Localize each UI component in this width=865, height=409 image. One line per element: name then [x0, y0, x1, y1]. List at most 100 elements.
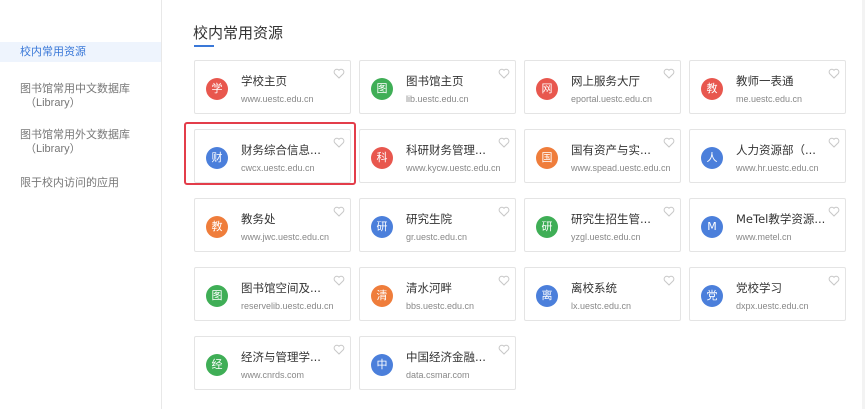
resource-name: 图书馆主页	[406, 74, 464, 88]
sidebar-item-campus-resources[interactable]: 校内常用资源	[0, 42, 161, 62]
resource-badge: 图	[206, 285, 228, 307]
resource-badge: M	[701, 216, 723, 238]
resource-name: MeTel教学资源...	[736, 212, 826, 226]
sidebar-item-label: 图书馆常用外文数据库	[20, 129, 130, 141]
resource-card[interactable]: 党党校学习 dxpx.uestc.edu.cn	[689, 267, 846, 321]
sidebar-item-chinese-databases[interactable]: 图书馆常用中文数据库 （Library）	[0, 82, 161, 110]
resource-url: gr.uestc.edu.cn	[406, 232, 468, 242]
heart-icon[interactable]	[333, 342, 345, 355]
resource-badge: 网	[536, 78, 558, 100]
heart-icon[interactable]	[498, 342, 510, 355]
resource-badge: 图	[371, 78, 393, 100]
resource-url: dxpx.uestc.edu.cn	[736, 301, 809, 311]
sidebar-item-sublabel: （Library）	[25, 143, 81, 155]
resource-name: 网上服务大厅	[571, 74, 640, 88]
heart-icon[interactable]	[828, 66, 840, 79]
resource-name: 党校学习	[736, 281, 782, 295]
resource-name: 科研财务管理...	[406, 143, 486, 157]
heart-icon[interactable]	[828, 273, 840, 286]
resource-url: www.hr.uestc.edu.cn	[736, 163, 819, 173]
heart-icon[interactable]	[663, 273, 675, 286]
resource-url: www.uestc.edu.cn	[241, 94, 314, 104]
resource-url: reservelib.uestc.edu.cn	[241, 301, 334, 311]
sidebar-item-campus-only-apps[interactable]: 限于校内访问的应用	[0, 176, 161, 190]
resource-badge: 清	[371, 285, 393, 307]
heart-icon[interactable]	[663, 66, 675, 79]
resource-url: me.uestc.edu.cn	[736, 94, 803, 104]
heart-icon[interactable]	[663, 204, 675, 217]
page-title: 校内常用资源	[193, 24, 284, 42]
resource-url: www.spead.uestc.edu.cn	[571, 163, 671, 173]
resource-card[interactable]: M MeTel教学资源... www.metel.cn	[689, 198, 846, 252]
resource-name: 教务处	[241, 212, 276, 226]
sidebar: 校内常用资源 图书馆常用中文数据库 （Library） 图书馆常用外文数据库 （…	[0, 0, 162, 409]
resource-badge: 经	[206, 354, 228, 376]
resource-card[interactable]: 网网上服务大厅 eportal.uestc.edu.cn	[524, 60, 681, 114]
resource-card[interactable]: 研研究生招生管... yzgl.uestc.edu.cn	[524, 198, 681, 252]
heart-icon[interactable]	[498, 135, 510, 148]
resource-card[interactable]: 研研究生院 gr.uestc.edu.cn	[359, 198, 516, 252]
resource-url: www.jwc.uestc.edu.cn	[241, 232, 330, 242]
resource-card[interactable]: 科科研财务管理... www.kycw.uestc.edu.cn	[359, 129, 516, 183]
heart-icon[interactable]	[498, 66, 510, 79]
sidebar-item-label: 图书馆常用中文数据库	[20, 83, 130, 95]
resource-badge: 财	[206, 147, 228, 169]
resource-url: eportal.uestc.edu.cn	[571, 94, 653, 104]
resource-name: 中国经济金融...	[406, 350, 486, 364]
resource-name: 研究生院	[406, 212, 452, 226]
resource-card[interactable]: 财财务综合信息... cwcx.uestc.edu.cn	[194, 129, 351, 183]
heart-icon[interactable]	[828, 204, 840, 217]
heart-icon[interactable]	[333, 204, 345, 217]
resource-name: 离校系统	[571, 281, 617, 295]
resource-card[interactable]: 图图书馆空间及... reservelib.uestc.edu.cn	[194, 267, 351, 321]
resource-url: lib.uestc.edu.cn	[406, 94, 469, 104]
resource-name: 研究生招生管...	[571, 212, 651, 226]
resource-url: bbs.uestc.edu.cn	[406, 301, 475, 311]
resource-url: www.cnrds.com	[241, 370, 305, 380]
resource-card[interactable]: 离离校系统 lx.uestc.edu.cn	[524, 267, 681, 321]
resource-card[interactable]: 学学校主页 www.uestc.edu.cn	[194, 60, 351, 114]
heart-icon[interactable]	[333, 135, 345, 148]
resource-card[interactable]: 教教师一表通 me.uestc.edu.cn	[689, 60, 846, 114]
heart-icon[interactable]	[663, 135, 675, 148]
resource-badge: 党	[701, 285, 723, 307]
resource-badge: 教	[206, 216, 228, 238]
resource-card[interactable]: 教教务处 www.jwc.uestc.edu.cn	[194, 198, 351, 252]
title-underline	[194, 45, 214, 47]
resource-name: 财务综合信息...	[241, 143, 321, 157]
resource-card[interactable]: 国国有资产与实... www.spead.uestc.edu.cn	[524, 129, 681, 183]
resource-card[interactable]: 人人力资源部（... www.hr.uestc.edu.cn	[689, 129, 846, 183]
resource-url: lx.uestc.edu.cn	[571, 301, 632, 311]
resource-badge: 离	[536, 285, 558, 307]
resource-card[interactable]: 经经济与管理学... www.cnrds.com	[194, 336, 351, 390]
heart-icon[interactable]	[333, 273, 345, 286]
heart-icon[interactable]	[498, 204, 510, 217]
heart-icon[interactable]	[498, 273, 510, 286]
resource-badge: 国	[536, 147, 558, 169]
sidebar-item-label: 校内常用资源	[20, 46, 86, 58]
resource-card[interactable]: 中中国经济金融... data.csmar.com	[359, 336, 516, 390]
resource-badge: 教	[701, 78, 723, 100]
sidebar-item-foreign-databases[interactable]: 图书馆常用外文数据库 （Library）	[0, 128, 161, 156]
resource-url: yzgl.uestc.edu.cn	[571, 232, 641, 242]
resource-url: cwcx.uestc.edu.cn	[241, 163, 315, 173]
resource-name: 清水河畔	[406, 281, 452, 295]
resource-badge: 科	[371, 147, 393, 169]
sidebar-item-label: 限于校内访问的应用	[20, 177, 119, 189]
resource-name: 国有资产与实...	[571, 143, 651, 157]
resource-name: 学校主页	[241, 74, 287, 88]
resource-name: 经济与管理学...	[241, 350, 321, 364]
heart-icon[interactable]	[333, 66, 345, 79]
resource-name: 图书馆空间及...	[241, 281, 321, 295]
resource-name: 教师一表通	[736, 74, 794, 88]
resource-name: 人力资源部（...	[736, 143, 816, 157]
resource-url: www.metel.cn	[736, 232, 792, 242]
resource-url: data.csmar.com	[406, 370, 470, 380]
resource-badge: 研	[371, 216, 393, 238]
resource-badge: 人	[701, 147, 723, 169]
resource-card[interactable]: 清清水河畔 bbs.uestc.edu.cn	[359, 267, 516, 321]
resource-card[interactable]: 图图书馆主页 lib.uestc.edu.cn	[359, 60, 516, 114]
resource-badge: 中	[371, 354, 393, 376]
sidebar-item-sublabel: （Library）	[25, 97, 81, 109]
heart-icon[interactable]	[828, 135, 840, 148]
